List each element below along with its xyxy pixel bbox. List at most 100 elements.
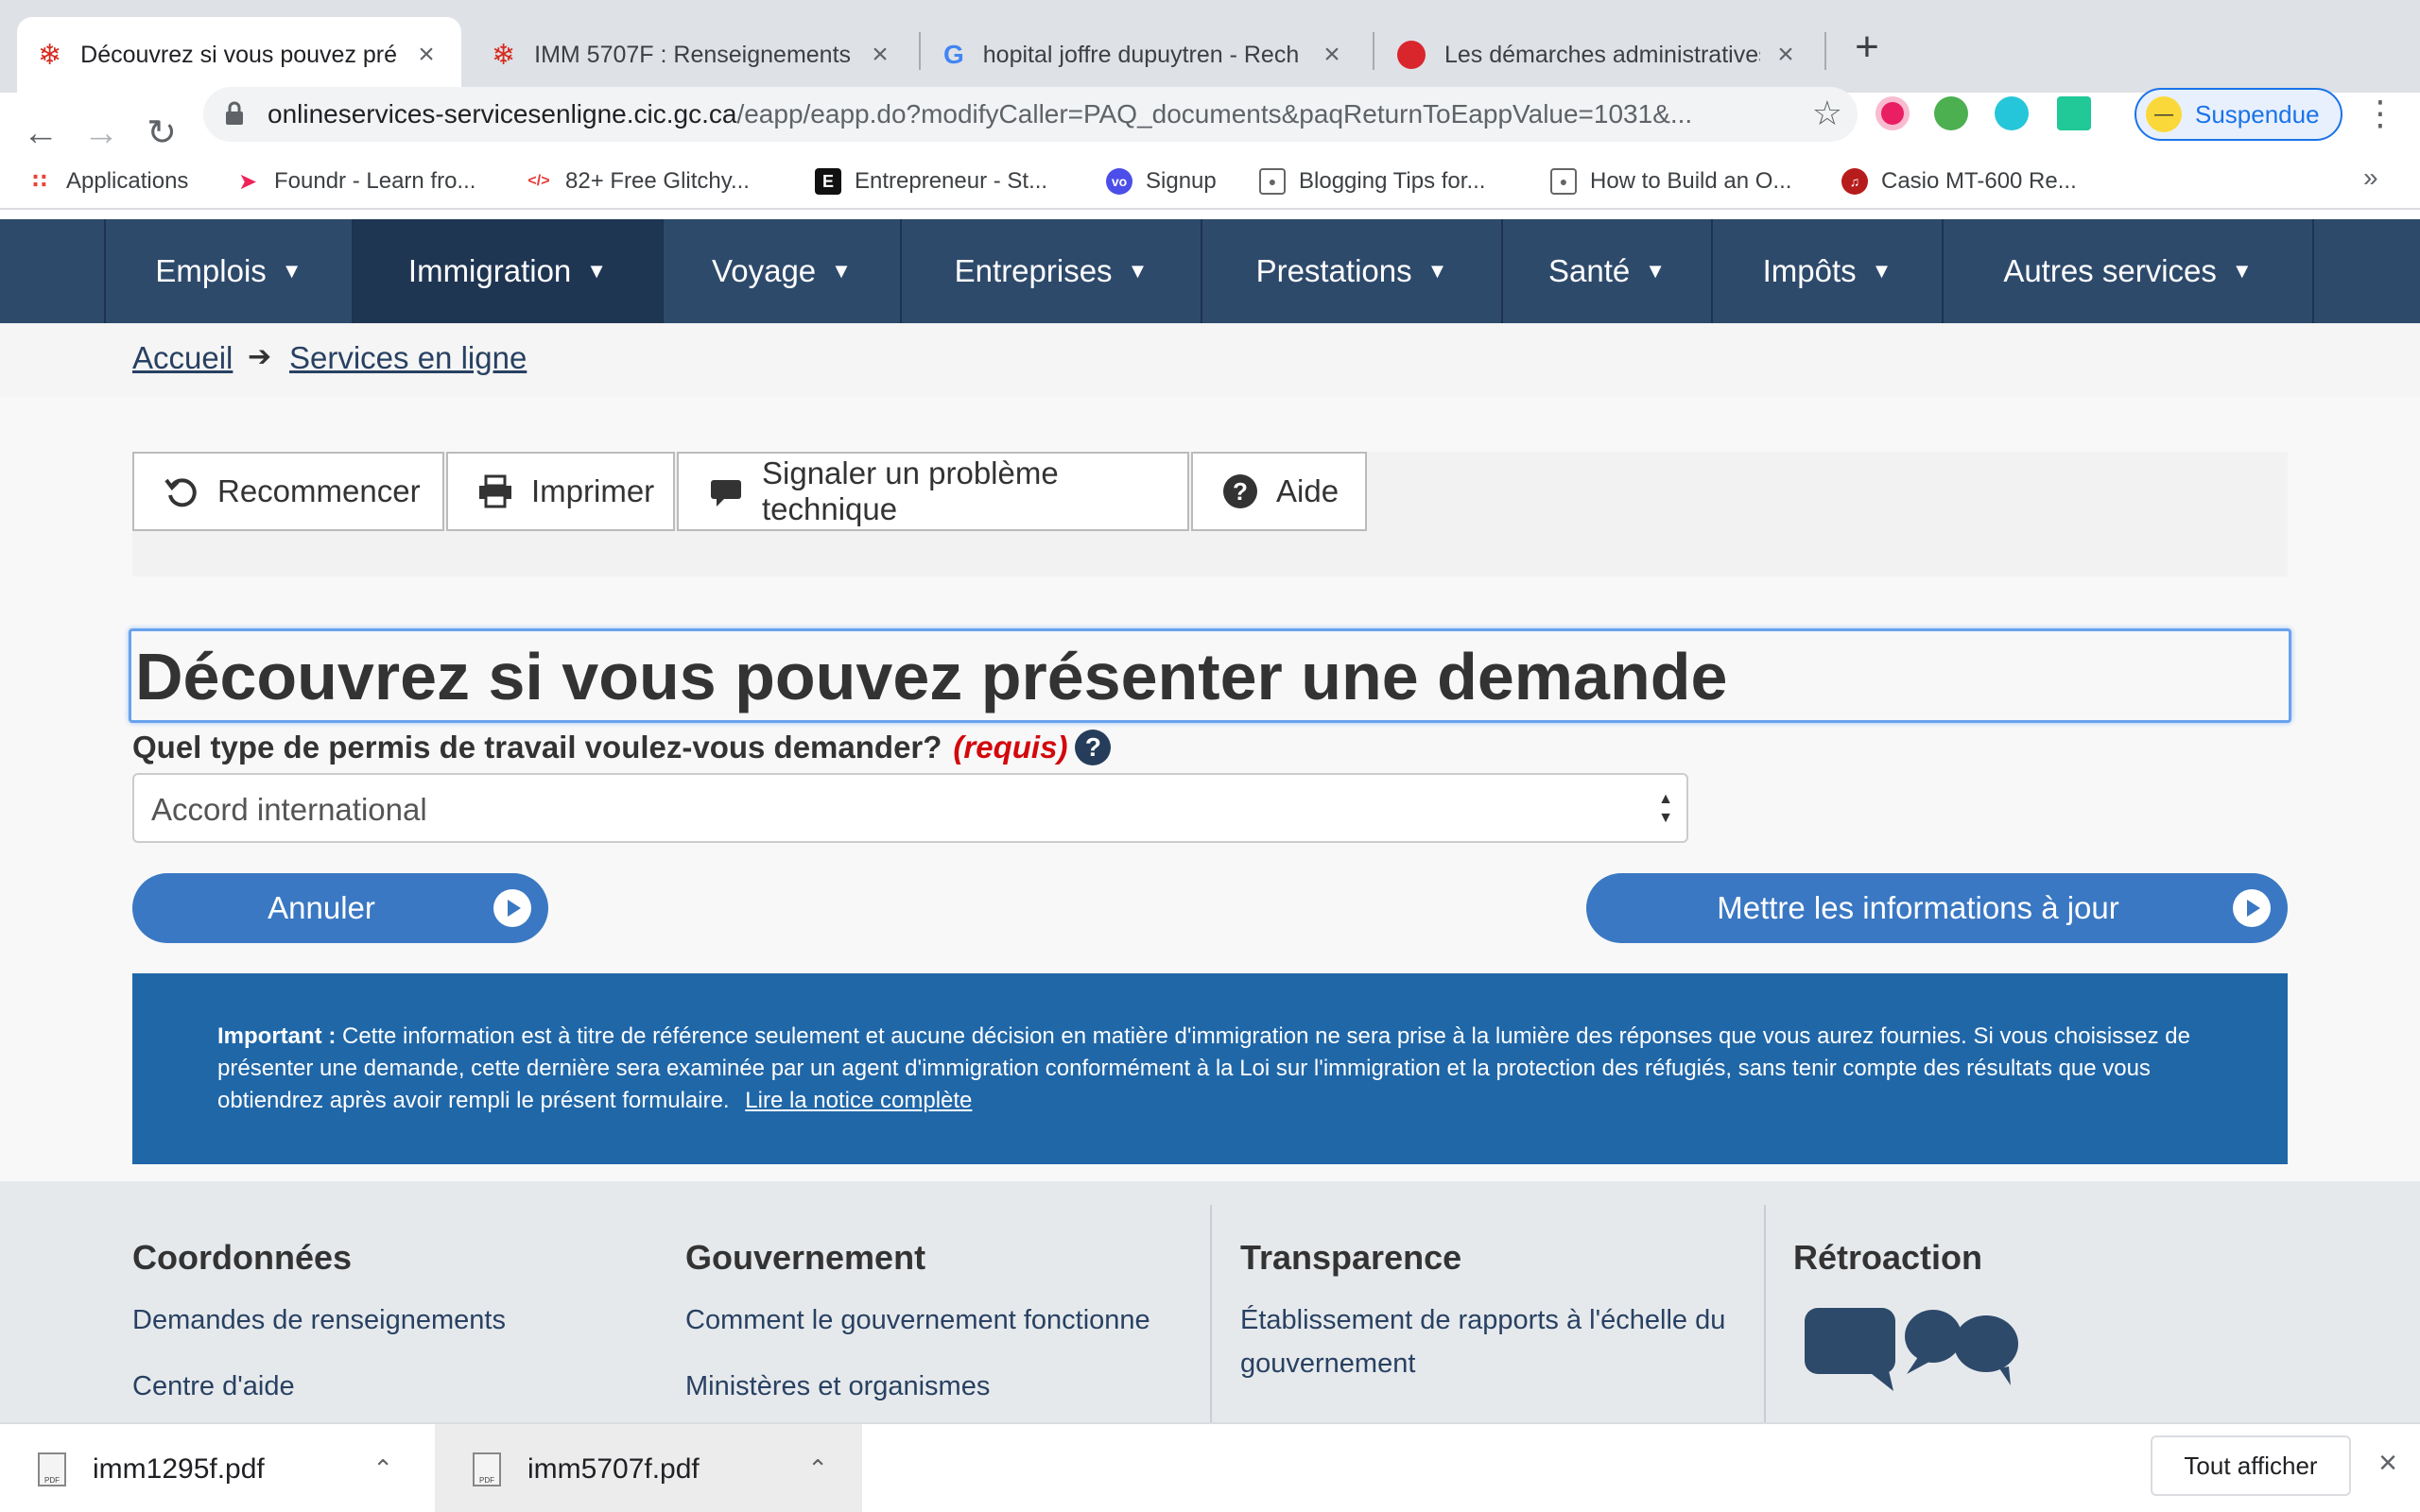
update-label: Mettre les informations à jour bbox=[1717, 890, 2119, 925]
footer-link[interactable]: Ministères et organismes bbox=[685, 1365, 990, 1408]
print-label: Imprimer bbox=[531, 473, 655, 508]
extension-leaf-icon[interactable] bbox=[1934, 96, 1968, 130]
permit-type-select[interactable]: Accord international ▲ ▼ bbox=[132, 773, 1688, 843]
extension-cloud-icon[interactable] bbox=[1995, 96, 2029, 130]
site-footer: Coordonnées Demandes de renseignements C… bbox=[0, 1181, 2420, 1422]
show-all-downloads-button[interactable]: Tout afficher bbox=[2151, 1435, 2351, 1496]
bookmark-signup[interactable]: vo Signup bbox=[1106, 163, 1217, 200]
question-text: Quel type de permis de travail voulez-vo… bbox=[132, 730, 942, 765]
tab-title: Les démarches administratives bbox=[1444, 41, 1760, 68]
browser-tab-strip: ❄ Découvrez si vous pouvez pré × ❄ IMM 5… bbox=[0, 0, 2420, 93]
nav-label: Immigration bbox=[407, 253, 572, 288]
close-icon[interactable]: × bbox=[1318, 39, 1346, 71]
star-icon[interactable]: ☆ bbox=[1812, 94, 1842, 132]
nav-emplois[interactable]: Emplois ▼ bbox=[104, 219, 352, 323]
nav-prestations[interactable]: Prestations ▼ bbox=[1201, 219, 1501, 323]
footer-link[interactable]: Comment le gouvernement fonctionne bbox=[685, 1298, 1150, 1342]
report-problem-button[interactable]: Signaler un problème technique bbox=[677, 452, 1189, 531]
select-value: Accord international bbox=[151, 792, 427, 827]
address-bar[interactable]: onlineservices-servicesenligne.cic.gc.ca… bbox=[203, 87, 1858, 142]
update-information-button[interactable]: Mettre les informations à jour bbox=[1586, 873, 2288, 943]
nav-label: Voyage bbox=[712, 253, 817, 288]
chevron-up-icon[interactable]: ⌃ bbox=[807, 1454, 828, 1484]
chevron-double-right-icon[interactable]: » bbox=[2363, 163, 2378, 193]
forward-arrow-icon[interactable]: → bbox=[78, 110, 125, 157]
back-arrow-icon[interactable]: ← bbox=[17, 110, 64, 157]
footer-separator bbox=[1210, 1205, 1212, 1422]
nav-impots[interactable]: Impôts ▼ bbox=[1711, 219, 1942, 323]
signup-icon: vo bbox=[1106, 168, 1132, 195]
bookmark-label: Foundr - Learn fro... bbox=[274, 168, 476, 194]
download-filename: imm1295f.pdf bbox=[93, 1452, 265, 1485]
bookmark-foundr[interactable]: ➤ Foundr - Learn fro... bbox=[234, 163, 476, 200]
notice-strong: Important : bbox=[217, 1023, 337, 1049]
download-item-imm5707f[interactable]: PDF imm5707f.pdf ⌃ bbox=[435, 1424, 862, 1512]
footer-link[interactable]: Établissement de rapports à l'échelle du bbox=[1240, 1298, 1725, 1342]
tab-google-search[interactable]: G hopital joffre dupuytren - Rech × bbox=[923, 17, 1367, 93]
printer-icon bbox=[476, 472, 514, 510]
print-button[interactable]: Imprimer bbox=[446, 452, 675, 531]
maple-leaf-icon: ❄ bbox=[38, 39, 62, 71]
bookmark-label: How to Build an O... bbox=[1590, 168, 1792, 194]
close-icon[interactable]: × bbox=[866, 39, 894, 71]
footer-heading: Rétroaction bbox=[1793, 1238, 1983, 1277]
cancel-button[interactable]: Annuler bbox=[132, 873, 548, 943]
nav-sante[interactable]: Santé ▼ bbox=[1501, 219, 1711, 323]
reload-icon[interactable]: ↻ bbox=[138, 110, 185, 157]
avatar: — bbox=[2146, 96, 2182, 132]
nav-immigration[interactable]: Immigration ▼ bbox=[352, 219, 662, 323]
select-arrows-icon: ▲ ▼ bbox=[1658, 791, 1673, 826]
close-icon[interactable]: × bbox=[1772, 39, 1800, 71]
question-circle-icon: ? bbox=[1221, 472, 1259, 510]
download-item-imm1295f[interactable]: PDF imm1295f.pdf ⌃ bbox=[0, 1424, 427, 1512]
close-icon[interactable]: × bbox=[2371, 1445, 2405, 1482]
lightbulb-icon: ● bbox=[1550, 168, 1577, 195]
new-tab-icon[interactable]: + bbox=[1848, 26, 1886, 68]
help-label: Aide bbox=[1276, 473, 1340, 508]
menu-kebab-icon[interactable]: ⋮ bbox=[2363, 93, 2397, 134]
breadcrumb-services-en-ligne[interactable]: Services en ligne bbox=[289, 340, 527, 376]
breadcrumb: Accueil ➔ Services en ligne bbox=[0, 323, 2420, 397]
question-circle-icon[interactable]: ? bbox=[1075, 730, 1112, 765]
lock-icon bbox=[226, 101, 243, 125]
footer-link[interactable]: Demandes de renseignements bbox=[132, 1298, 506, 1342]
bookmark-blogging[interactable]: ● Blogging Tips for... bbox=[1259, 163, 1485, 200]
action-toolbar: Recommencer Imprimer Signaler un problèm… bbox=[132, 452, 2288, 576]
nav-entreprises[interactable]: Entreprises ▼ bbox=[900, 219, 1201, 323]
tab-separator bbox=[919, 32, 921, 70]
tab-demarches[interactable]: Les démarches administratives × bbox=[1376, 17, 1821, 93]
extension-heart-icon[interactable] bbox=[2057, 96, 2091, 130]
bookmark-glitchy[interactable]: </> 82+ Free Glitchy... bbox=[526, 163, 750, 200]
nav-voyage[interactable]: Voyage ▼ bbox=[662, 219, 900, 323]
footer-link[interactable]: gouvernement bbox=[1240, 1342, 1415, 1385]
extension-instagram-icon[interactable] bbox=[1876, 96, 1910, 130]
profile-button[interactable]: — Suspendue bbox=[2135, 88, 2342, 141]
download-filename: imm5707f.pdf bbox=[527, 1452, 700, 1485]
required-marker: (requis) bbox=[953, 730, 1068, 765]
close-icon[interactable]: × bbox=[412, 39, 441, 71]
chevron-down-icon: ▼ bbox=[1871, 259, 1893, 283]
feedback-bubbles-icon[interactable] bbox=[1801, 1304, 2028, 1394]
bookmark-applications[interactable]: ∷ Applications bbox=[26, 163, 188, 200]
chevron-down-icon: ▼ bbox=[831, 259, 852, 283]
bookmark-label: Signup bbox=[1146, 168, 1217, 194]
bookmark-casio[interactable]: ♫ Casio MT-600 Re... bbox=[1841, 163, 2077, 200]
bookmark-build[interactable]: ● How to Build an O... bbox=[1550, 163, 1791, 200]
tab-decouvrez[interactable]: ❄ Découvrez si vous pouvez pré × bbox=[17, 17, 461, 93]
apps-grid-icon: ∷ bbox=[32, 169, 47, 193]
breadcrumb-accueil[interactable]: Accueil bbox=[132, 340, 233, 376]
restart-label: Recommencer bbox=[217, 473, 421, 508]
chevron-down-icon: ▼ bbox=[1426, 259, 1448, 283]
nav-autres-services[interactable]: Autres services ▼ bbox=[1942, 219, 2314, 323]
bookmark-entrepreneur[interactable]: E Entrepreneur - St... bbox=[815, 163, 1047, 200]
main-content: Recommencer Imprimer Signaler un problèm… bbox=[0, 397, 2420, 1181]
bookmark-label: Entrepreneur - St... bbox=[855, 168, 1048, 194]
help-button[interactable]: ? Aide bbox=[1191, 452, 1367, 531]
footer-link[interactable]: Centre d'aide bbox=[132, 1365, 295, 1408]
page-title-container: Découvrez si vous pouvez présenter une d… bbox=[129, 628, 2291, 723]
full-notice-link[interactable]: Lire la notice complète bbox=[745, 1088, 972, 1113]
tab-imm5707f[interactable]: ❄ IMM 5707F : Renseignements s × bbox=[471, 17, 915, 93]
notice-text: Cette information est à titre de référen… bbox=[217, 1023, 2190, 1113]
chevron-up-icon[interactable]: ⌃ bbox=[372, 1454, 393, 1484]
restart-button[interactable]: Recommencer bbox=[132, 452, 444, 531]
